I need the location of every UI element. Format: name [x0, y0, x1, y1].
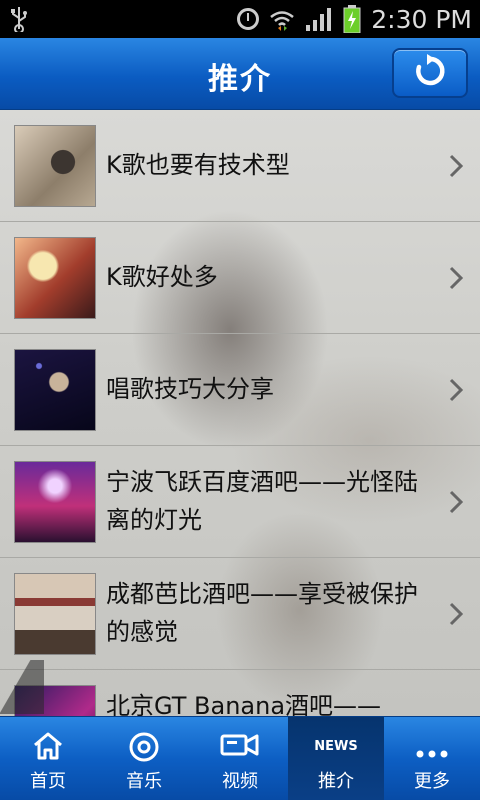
alarm-icon — [237, 8, 260, 30]
tab-video[interactable]: 视频 — [192, 717, 288, 800]
refresh-icon — [413, 54, 447, 92]
tab-recommend[interactable]: NEWS 推介 — [288, 717, 384, 800]
chevron-right-icon — [446, 265, 466, 291]
thumbnail-image — [14, 461, 96, 543]
list-item[interactable]: K歌也要有技术型 — [0, 110, 480, 222]
tab-label: 推介 — [318, 771, 354, 792]
music-disc-icon — [128, 731, 160, 768]
home-icon — [31, 731, 65, 766]
tab-label: 视频 — [222, 771, 258, 792]
tab-label: 更多 — [414, 771, 450, 792]
tab-home[interactable]: 首页 — [0, 717, 96, 800]
chevron-right-icon — [446, 489, 466, 515]
status-time: 2:30 PM — [371, 4, 472, 34]
list-item-title: K歌也要有技术型 — [106, 151, 290, 179]
usb-icon — [10, 6, 28, 38]
wifi-icon — [269, 8, 295, 31]
battery-icon — [343, 5, 361, 33]
chevron-right-icon — [446, 377, 466, 403]
signal-icon — [305, 7, 333, 31]
tab-more[interactable]: 更多 — [384, 717, 480, 800]
drawer-handle[interactable] — [0, 660, 44, 714]
status-bar: 2:30 PM — [0, 0, 480, 38]
app-header: 推介 — [0, 38, 480, 110]
list-item[interactable]: 唱歌技巧大分享 — [0, 334, 480, 446]
list-item[interactable]: K歌好处多 — [0, 222, 480, 334]
list-item-title: K歌好处多 — [106, 263, 218, 291]
tab-label: 首页 — [30, 771, 66, 792]
tab-music[interactable]: 音乐 — [96, 717, 192, 800]
thumbnail-image — [14, 125, 96, 207]
list-item-title: 宁波飞跃百度酒吧——光怪陆离的灯光 — [106, 468, 418, 534]
tab-label: 音乐 — [126, 771, 162, 792]
chevron-right-icon — [446, 601, 466, 627]
thumbnail-image — [14, 573, 96, 655]
list-item-title: 成都芭比酒吧——享受被保护的感觉 — [106, 580, 418, 646]
list-item-title: 唱歌技巧大分享 — [106, 375, 274, 403]
recommend-list[interactable]: K歌也要有技术型 K歌好处多 唱歌技巧大分享 宁波飞跃百度酒吧——光怪陆离的灯光… — [0, 110, 480, 716]
news-icon: NEWS — [314, 739, 358, 754]
more-dots-icon — [415, 743, 449, 764]
thumbnail-image — [14, 349, 96, 431]
thumbnail-image — [14, 237, 96, 319]
video-camera-icon — [220, 731, 260, 764]
chevron-right-icon — [446, 153, 466, 179]
list-item[interactable]: 北京GT Banana酒吧—— — [0, 670, 480, 716]
refresh-button[interactable] — [392, 48, 468, 98]
bottom-tab-bar: 首页 音乐 视频 NEWS 推介 更多 — [0, 716, 480, 800]
list-item[interactable]: 宁波飞跃百度酒吧——光怪陆离的灯光 — [0, 446, 480, 558]
list-item[interactable]: 成都芭比酒吧——享受被保护的感觉 — [0, 558, 480, 670]
list-item-title: 北京GT Banana酒吧—— — [106, 692, 382, 716]
